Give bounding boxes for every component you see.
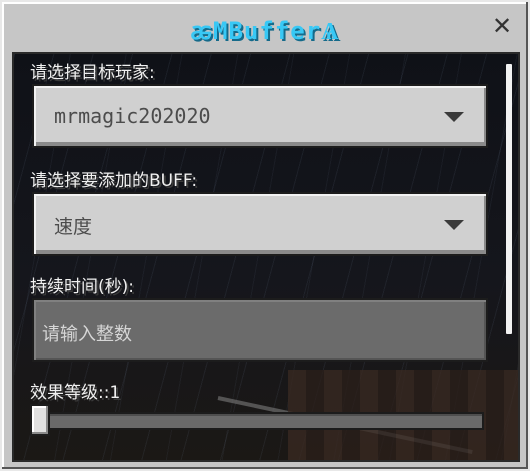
- duration-input[interactable]: 请输入整数: [32, 298, 488, 362]
- level-slider-thumb[interactable]: [30, 404, 50, 436]
- title-bar: ꬱMBufferѦ ✕: [2, 2, 528, 52]
- caret-down-icon: [444, 112, 464, 122]
- dialog-title: ꬱMBufferѦ: [190, 17, 340, 45]
- buff-dropdown[interactable]: 速度: [32, 192, 488, 256]
- scrollbar[interactable]: [506, 64, 512, 334]
- bee-icon: Ѧ: [321, 17, 340, 45]
- duration-label: 持续时间(秒):: [30, 277, 134, 297]
- level-slider-track[interactable]: [34, 412, 484, 430]
- player-dropdown-value: mrmagic202020: [54, 104, 211, 128]
- form-panel[interactable]: 请选择目标玩家: mrmagic202020 请选择要添加的BUFF: 速度 持…: [12, 52, 520, 462]
- caret-down-icon: [444, 220, 464, 230]
- close-icon: ✕: [491, 12, 513, 40]
- close-button[interactable]: ✕: [490, 14, 514, 38]
- mbuffer-dialog: ꬱMBufferѦ ✕ 请选择目标玩家: mrmagic202020 请选择要添…: [0, 0, 530, 471]
- player-label: 请选择目标玩家:: [30, 63, 155, 83]
- buff-label: 请选择要添加的BUFF:: [30, 171, 198, 191]
- level-label: 效果等级::1: [30, 383, 121, 403]
- buff-dropdown-value: 速度: [54, 216, 93, 238]
- bee-icon: ꬱ: [190, 17, 214, 45]
- duration-placeholder: 请输入整数: [42, 324, 132, 345]
- player-dropdown[interactable]: mrmagic202020: [32, 84, 488, 148]
